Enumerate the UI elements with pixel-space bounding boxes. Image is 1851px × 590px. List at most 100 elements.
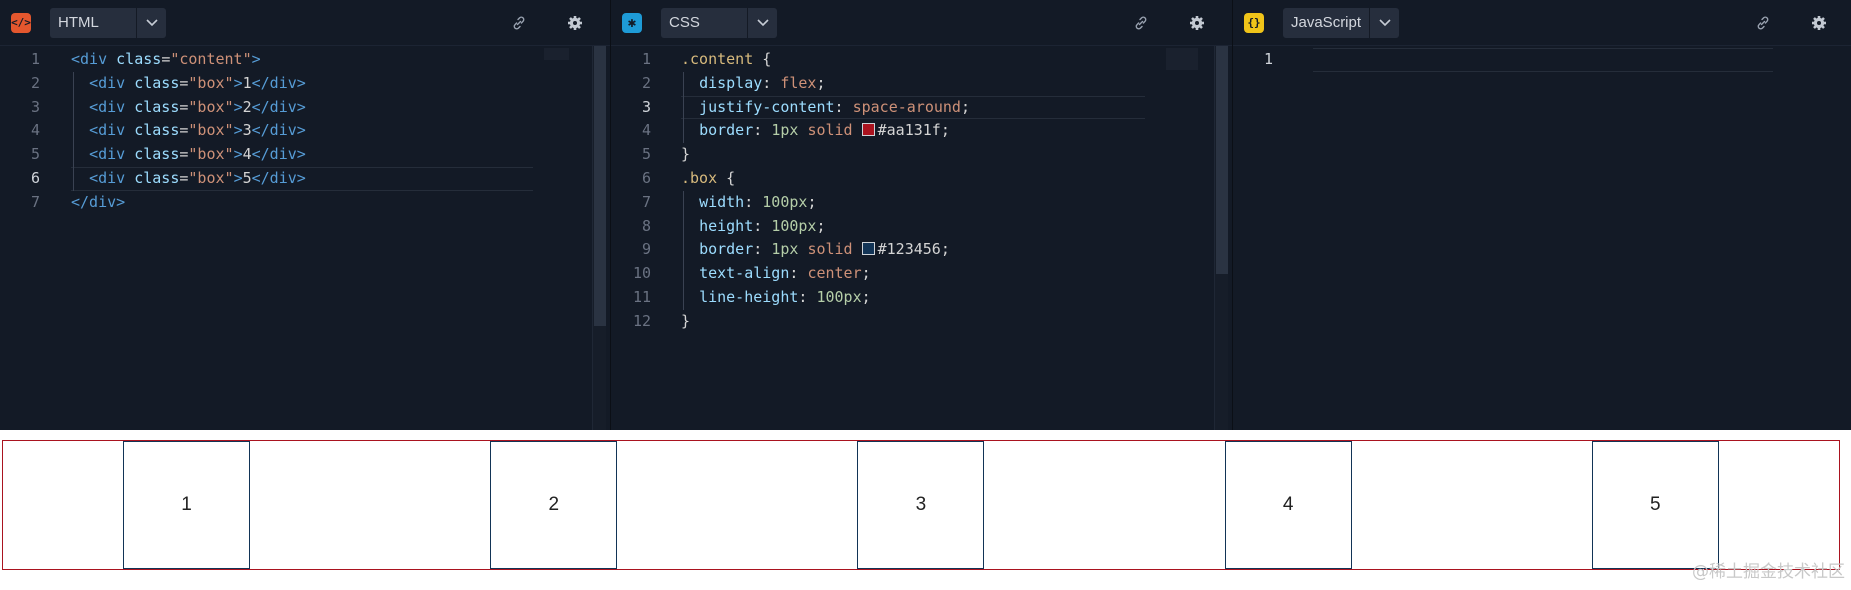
code-token: > xyxy=(233,121,243,140)
html-code-area[interactable]: 1 <div class="content"> 2 <div class="box"… xyxy=(0,48,610,215)
line-number: 10 xyxy=(632,264,651,283)
code-token: } xyxy=(681,311,691,330)
code-line[interactable]: 4 <div class="box">3</div> xyxy=(0,119,610,144)
code-line[interactable]: 2 display: flex; xyxy=(611,71,1232,96)
indent-guide xyxy=(683,71,684,96)
preview-box-4: 4 xyxy=(1224,441,1352,569)
code-line[interactable]: 6 <div class="box">5</div> xyxy=(0,166,610,191)
line-number: 8 xyxy=(641,216,651,235)
line-number: 7 xyxy=(641,192,651,211)
code-line[interactable]: 5 <div class="box">4</div> xyxy=(0,143,610,167)
code-line[interactable]: 8 height: 100px; xyxy=(611,214,1232,239)
code-token: ; xyxy=(816,73,826,92)
html-language-select[interactable]: HTML xyxy=(50,7,166,38)
code-token: ; xyxy=(816,216,826,235)
chevron-down-icon[interactable] xyxy=(747,7,777,38)
code-token: flex xyxy=(780,73,817,92)
code-line[interactable]: 5} xyxy=(611,143,1232,167)
code-line[interactable]: 1 .content { xyxy=(611,48,1232,72)
code-line[interactable]: 1 <div class="content"> xyxy=(0,48,610,72)
js-editor-toolbar: {} JavaScript xyxy=(1233,0,1851,46)
code-token: .content xyxy=(681,50,754,68)
code-line[interactable]: 11 line-height: 100px; xyxy=(611,285,1232,310)
line-number: 2 xyxy=(641,73,651,92)
code-token: "box" xyxy=(188,73,234,92)
code-line[interactable]: 9 border: 1px solid #123456; xyxy=(611,238,1232,263)
code-token: : xyxy=(789,264,808,283)
css-code-area[interactable]: 1 .content {2 display: flex; 3 justify-con… xyxy=(611,48,1232,334)
indent-guide xyxy=(73,143,74,167)
css-scrollbar[interactable] xyxy=(1214,46,1228,430)
code-line[interactable]: 7 </div> xyxy=(0,191,610,215)
css-minimap[interactable] xyxy=(1166,48,1198,70)
code-line[interactable]: 4 border: 1px solid #aa131f; xyxy=(611,119,1232,144)
code-text: <div class="box">4</div> xyxy=(71,143,306,167)
js-language-label: JavaScript xyxy=(1291,14,1362,31)
code-text: text-align: center; xyxy=(681,262,871,286)
code-text: border: 1px solid #aa131f; xyxy=(681,119,950,143)
code-line[interactable]: 3 justify-content: space-around; xyxy=(611,95,1232,120)
html-code-icon: </> xyxy=(11,12,31,33)
code-text: </div> xyxy=(71,191,125,215)
code-token: </div> xyxy=(251,145,306,164)
html-scrollbar-thumb[interactable] xyxy=(594,46,606,326)
code-line[interactable]: 10 text-align: center; xyxy=(611,262,1232,286)
code-text: width: 100px; xyxy=(681,191,816,215)
result-preview: 1 2 3 4 5 @稀土掘金技术社区 xyxy=(0,430,1851,590)
gear-icon[interactable] xyxy=(1809,13,1829,33)
code-line[interactable]: 3 <div class="box">2</div> xyxy=(0,95,610,120)
css-scrollbar-thumb[interactable] xyxy=(1216,46,1228,274)
js-code-area[interactable]: 1 xyxy=(1233,48,1851,72)
code-token: 100px xyxy=(816,287,862,306)
code-token: <div xyxy=(89,145,135,164)
gear-icon[interactable] xyxy=(565,13,585,33)
link-icon[interactable] xyxy=(509,13,529,33)
line-number: 3 xyxy=(641,97,651,116)
code-text: height: 100px; xyxy=(681,215,826,239)
line-number: 5 xyxy=(30,145,40,164)
code-line[interactable]: 6 .box { xyxy=(611,167,1232,191)
code-line[interactable]: 12} xyxy=(611,310,1232,334)
code-token: <div xyxy=(89,121,135,140)
code-token: 4 xyxy=(242,145,252,164)
line-number: 1 xyxy=(641,50,651,68)
html-scrollbar[interactable] xyxy=(592,46,606,430)
code-line[interactable]: 7 width: 100px; xyxy=(611,190,1232,215)
chevron-down-icon[interactable] xyxy=(1369,7,1399,38)
code-token: text-align xyxy=(699,264,790,283)
link-icon[interactable] xyxy=(1131,13,1151,33)
code-token: 100px xyxy=(771,216,817,235)
css-asterisk-icon: ✱ xyxy=(622,12,642,33)
chevron-down-icon[interactable] xyxy=(136,7,166,38)
code-token: > xyxy=(233,97,243,116)
css-language-select[interactable]: CSS xyxy=(661,7,777,38)
code-token: : xyxy=(834,97,853,116)
code-text: <div class="content"> xyxy=(71,48,261,72)
js-editor-pane: {} JavaScript 1 xyxy=(1233,0,1851,430)
code-token: space-around xyxy=(852,97,961,116)
color-swatch[interactable] xyxy=(861,242,875,256)
indent-guide xyxy=(683,119,684,144)
code-token: height xyxy=(699,216,754,235)
gear-icon[interactable] xyxy=(1187,13,1207,33)
code-text: line-height: 100px; xyxy=(681,286,871,310)
code-token: ; xyxy=(861,264,871,283)
code-token: 1px xyxy=(771,121,799,140)
code-token: class xyxy=(116,50,162,68)
link-icon[interactable] xyxy=(1753,13,1773,33)
line-number: 2 xyxy=(30,73,40,92)
html-minimap[interactable] xyxy=(544,48,569,60)
js-braces-icon: {} xyxy=(1244,12,1264,33)
js-language-select[interactable]: JavaScript xyxy=(1283,7,1399,38)
code-line[interactable]: 2 <div class="box">1</div> xyxy=(0,71,610,96)
css-editor-toolbar: ✱ CSS xyxy=(611,0,1232,46)
code-line[interactable]: 1 xyxy=(1233,48,1851,72)
preview-box-5: 5 xyxy=(1591,441,1719,569)
watermark: @稀土掘金技术社区 xyxy=(1692,562,1845,582)
code-token: "box" xyxy=(188,97,234,116)
color-swatch[interactable] xyxy=(861,123,875,137)
code-text: <div class="box">2</div> xyxy=(71,96,306,120)
line-number: 12 xyxy=(632,311,651,330)
line-number: 4 xyxy=(641,121,651,140)
